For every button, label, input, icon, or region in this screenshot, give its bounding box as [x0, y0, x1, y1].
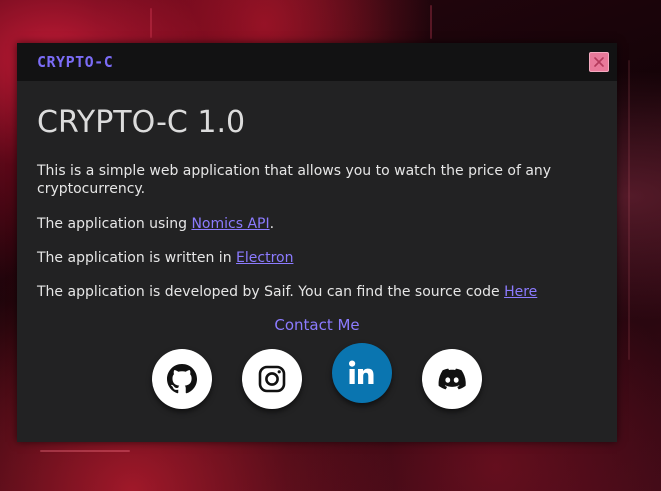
- github-button[interactable]: [152, 349, 212, 409]
- close-icon: [594, 57, 604, 67]
- api-info-suffix: .: [269, 216, 275, 232]
- background-decoration: [40, 450, 130, 452]
- nomics-api-link[interactable]: Nomics API: [191, 216, 269, 232]
- api-info: The application using Nomics API.: [37, 215, 587, 233]
- developer-info: The application is developed by Saif. Yo…: [37, 283, 587, 301]
- github-icon: [167, 364, 197, 394]
- page-title: CRYPTO-C 1.0: [37, 105, 246, 140]
- instagram-button[interactable]: [242, 349, 302, 409]
- source-code-link[interactable]: Here: [504, 284, 537, 300]
- close-button[interactable]: [589, 52, 609, 72]
- framework-info: The application is written in Electron: [37, 249, 587, 267]
- app-title: CRYPTO-C: [37, 53, 114, 71]
- about-window: CRYPTO-C CRYPTO-C 1.0 This is a simple w…: [17, 43, 617, 442]
- background-decoration: [628, 60, 630, 360]
- discord-icon: [438, 368, 466, 390]
- electron-link[interactable]: Electron: [236, 250, 293, 266]
- title-bar[interactable]: CRYPTO-C: [17, 43, 617, 81]
- linkedin-button[interactable]: [332, 343, 392, 403]
- api-info-text: The application using: [37, 216, 192, 232]
- linkedin-icon: [349, 360, 374, 384]
- developer-info-text: The application is developed by Saif. Yo…: [37, 284, 505, 300]
- background-decoration: [430, 5, 432, 39]
- background-decoration: [150, 8, 152, 38]
- contact-heading: Contact Me: [274, 316, 360, 334]
- instagram-icon: [258, 365, 286, 393]
- app-description: This is a simple web application that al…: [37, 163, 552, 197]
- framework-info-text: The application is written in: [37, 250, 237, 266]
- discord-button[interactable]: [422, 349, 482, 409]
